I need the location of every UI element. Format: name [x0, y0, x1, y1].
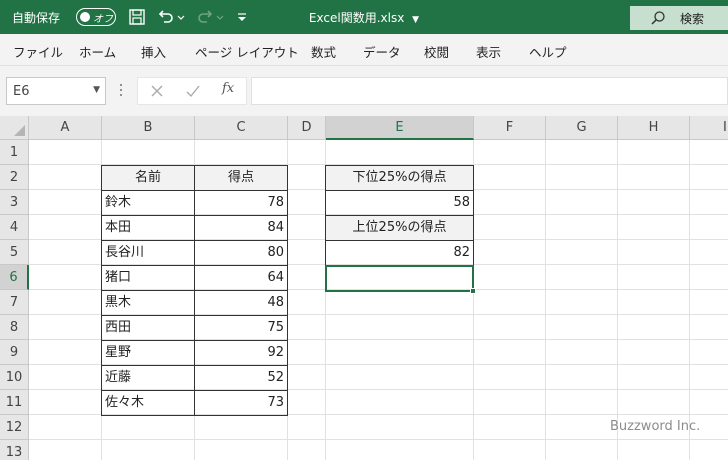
row-header-11[interactable]: 11: [0, 390, 29, 415]
row-header-8[interactable]: 8: [0, 315, 29, 340]
name-cell[interactable]: 本田: [101, 215, 195, 241]
formula-bar: E6 ▼ fx: [0, 66, 728, 116]
file-title[interactable]: Excel関数用.xlsx: [309, 11, 404, 25]
formula-bar-grip-icon[interactable]: [119, 82, 123, 98]
select-all-corner[interactable]: [0, 116, 29, 140]
autosave-toggle[interactable]: オフ: [76, 8, 116, 26]
score-cell[interactable]: 52: [194, 365, 288, 391]
score-cell[interactable]: 80: [194, 240, 288, 266]
row-header-6[interactable]: 6: [0, 265, 29, 290]
tab-view[interactable]: 表示: [476, 42, 501, 61]
row-header-3[interactable]: 3: [0, 190, 29, 215]
name-cell[interactable]: 星野: [101, 340, 195, 366]
name-cell[interactable]: 猪口: [101, 265, 195, 291]
formula-input[interactable]: [251, 77, 728, 105]
tab-home[interactable]: ホーム: [79, 42, 116, 61]
search-label: 検索: [680, 12, 705, 26]
tab-data[interactable]: データ: [363, 42, 401, 61]
formula-buttons: fx: [137, 77, 247, 105]
undo-icon[interactable]: [156, 7, 176, 27]
chevron-down-icon[interactable]: ▼: [412, 15, 419, 25]
row-header-9[interactable]: 9: [0, 340, 29, 365]
column-header-c[interactable]: C: [195, 116, 288, 140]
score-cell[interactable]: 84: [194, 215, 288, 241]
gridline: [617, 140, 618, 460]
toggle-knob: [80, 11, 90, 22]
name-cell[interactable]: 黒木: [101, 290, 195, 316]
upper-quartile-value[interactable]: 82: [325, 240, 474, 266]
save-icon[interactable]: [127, 7, 147, 27]
column-header-b[interactable]: B: [102, 116, 195, 140]
redo-dropdown-icon[interactable]: [215, 7, 225, 27]
row-header-13[interactable]: 13: [0, 440, 29, 460]
column-header-h[interactable]: H: [618, 116, 690, 140]
tab-insert[interactable]: 挿入: [141, 42, 166, 61]
score-cell[interactable]: 75: [194, 315, 288, 341]
active-cell-e6[interactable]: [325, 265, 476, 294]
tab-file[interactable]: ファイル: [13, 42, 63, 61]
row-header-7[interactable]: 7: [0, 290, 29, 315]
row-header-4[interactable]: 4: [0, 215, 29, 240]
score-cell[interactable]: 92: [194, 340, 288, 366]
tab-page-layout[interactable]: ページ レイアウト: [195, 42, 299, 61]
customize-quick-access-icon[interactable]: [235, 7, 249, 27]
tab-help[interactable]: ヘルプ: [529, 42, 567, 61]
name-cell[interactable]: 鈴木: [101, 190, 195, 216]
row-header-1[interactable]: 1: [0, 140, 29, 165]
title-bar: 自動保存 オフ Excel関数用.xlsx ▼ 検索: [0, 0, 728, 34]
name-box-dropdown-icon[interactable]: ▼: [93, 85, 100, 95]
row-header-2[interactable]: 2: [0, 165, 29, 190]
cancel-icon[interactable]: [149, 83, 165, 99]
column-header-i[interactable]: I: [690, 116, 728, 140]
upper-quartile-label[interactable]: 上位25%の得点: [325, 215, 474, 241]
score-cell[interactable]: 64: [194, 265, 288, 291]
gridline: [689, 140, 690, 460]
column-header-f[interactable]: F: [474, 116, 546, 140]
name-box-value: E6: [13, 84, 30, 99]
tab-review[interactable]: 校閲: [424, 42, 449, 61]
undo-dropdown-icon[interactable]: [176, 7, 186, 27]
row-header-12[interactable]: 12: [0, 415, 29, 440]
name-cell[interactable]: 西田: [101, 315, 195, 341]
search-box[interactable]: 検索: [630, 6, 728, 30]
enter-check-icon[interactable]: [185, 83, 201, 99]
gridline: [545, 140, 546, 460]
lower-quartile-label[interactable]: 下位25%の得点: [325, 165, 474, 191]
column-header-a[interactable]: A: [29, 116, 102, 140]
column-header-d[interactable]: D: [288, 116, 326, 140]
row-header-10[interactable]: 10: [0, 365, 29, 390]
fill-handle[interactable]: [470, 288, 476, 294]
autosave-label: 自動保存: [12, 11, 61, 25]
worksheet-grid[interactable]: A B C D E F G H I 1 2 3 4 5 6 7 8 9 10 1…: [0, 116, 728, 460]
score-cell[interactable]: 73: [194, 390, 288, 416]
table-header-score[interactable]: 得点: [194, 165, 288, 191]
insert-function-icon[interactable]: fx: [222, 81, 234, 96]
score-cell[interactable]: 48: [194, 290, 288, 316]
score-cell[interactable]: 78: [194, 190, 288, 216]
redo-icon[interactable]: [195, 7, 215, 27]
tab-formulas[interactable]: 数式: [311, 42, 336, 61]
autosave-state: オフ: [93, 14, 113, 25]
table-header-name[interactable]: 名前: [101, 165, 195, 191]
column-header-g[interactable]: G: [546, 116, 618, 140]
column-header-e[interactable]: E: [326, 116, 474, 140]
name-cell[interactable]: 長谷川: [101, 240, 195, 266]
watermark: Buzzword Inc.: [610, 419, 701, 434]
name-box[interactable]: E6 ▼: [6, 77, 106, 105]
row-header-5[interactable]: 5: [0, 240, 29, 265]
gridline: [29, 439, 728, 440]
ribbon-tabs: ファイル ホーム 挿入 ページ レイアウト 数式 データ 校閲 表示 ヘルプ: [0, 34, 728, 66]
name-cell[interactable]: 佐々木: [101, 390, 195, 416]
search-icon: [651, 11, 665, 25]
lower-quartile-value[interactable]: 58: [325, 190, 474, 216]
name-cell[interactable]: 近藤: [101, 365, 195, 391]
